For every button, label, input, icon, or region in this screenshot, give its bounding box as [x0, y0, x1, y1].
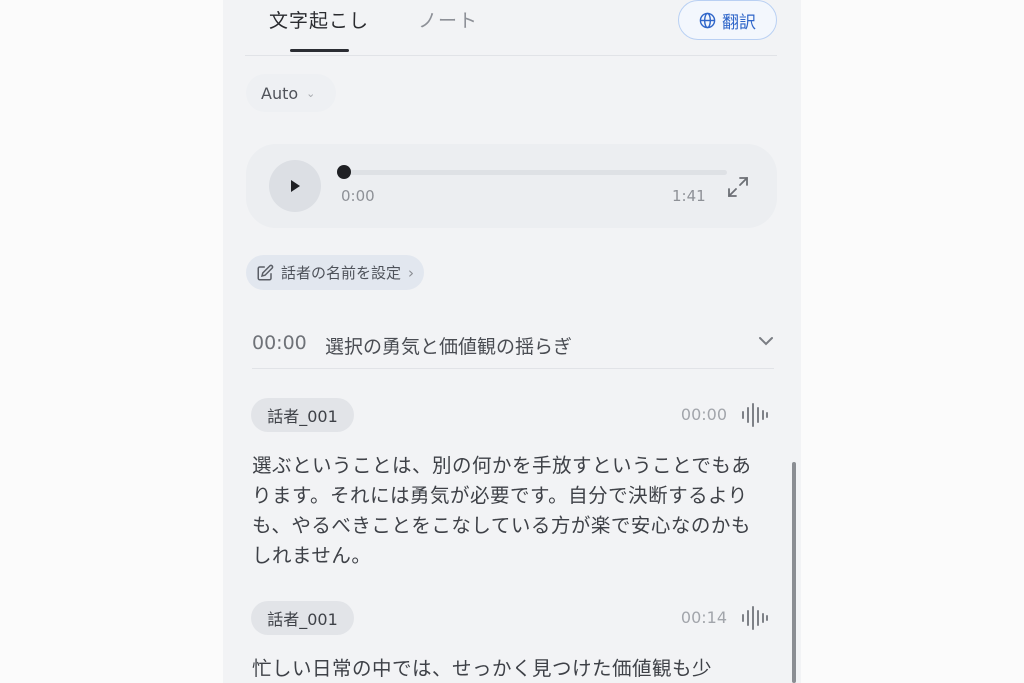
chapter-title: 選択の勇気と価値観の揺らぎ	[325, 336, 573, 358]
active-tab-indicator	[290, 49, 349, 52]
set-speaker-names-label: 話者の名前を設定	[281, 264, 402, 282]
language-select[interactable]: Auto ⌄	[246, 74, 336, 112]
transcript-panel: 文字起こし ノート 翻訳 Auto ⌄ 0:00 1:41 話者の名前を設定 ›…	[223, 0, 801, 683]
audio-player: 0:00 1:41	[246, 144, 777, 228]
progress-track[interactable]	[341, 170, 727, 175]
tabs-divider	[245, 55, 777, 56]
segment-time[interactable]: 00:00	[681, 405, 727, 424]
edit-icon	[257, 264, 274, 280]
chapter-divider	[252, 368, 774, 369]
progress-knob[interactable]	[337, 165, 351, 179]
play-icon	[291, 180, 300, 192]
scrollbar[interactable]	[792, 462, 796, 683]
total-time: 1:41	[672, 187, 706, 205]
play-button[interactable]	[269, 160, 321, 212]
tab-bar: 文字起こし ノート 翻訳	[223, 0, 801, 56]
waveform-icon[interactable]	[741, 606, 769, 630]
chevron-down-icon	[759, 337, 773, 346]
waveform-icon[interactable]	[741, 403, 769, 427]
set-speaker-names-button[interactable]: 話者の名前を設定 ›	[246, 255, 425, 290]
speaker-tag[interactable]: 話者_001	[251, 398, 354, 432]
chapter-time: 00:00	[252, 332, 307, 354]
chapter-header[interactable]: 00:00 選択の勇気と価値観の揺らぎ	[252, 326, 774, 368]
segment-text: 忙しい日常の中では、せっかく見つけた価値観も少	[252, 657, 713, 680]
language-select-value: Auto	[261, 83, 299, 103]
globe-icon	[699, 12, 716, 28]
segment-text: 選ぶということは、別の何かを手放すということでもあります。それには勇気が必要です…	[252, 454, 752, 567]
segment-time[interactable]: 00:14	[681, 608, 727, 627]
tab-transcript[interactable]: 文字起こし	[269, 6, 369, 33]
translate-label: 翻訳	[722, 12, 756, 33]
translate-button[interactable]: 翻訳	[678, 0, 777, 40]
tab-notes[interactable]: ノート	[418, 6, 478, 33]
expand-icon[interactable]	[725, 174, 751, 200]
chevron-right-icon: ›	[408, 263, 415, 282]
current-time: 0:00	[341, 187, 375, 205]
speaker-tag[interactable]: 話者_001	[251, 601, 354, 635]
chevron-down-icon: ⌄	[306, 86, 316, 100]
